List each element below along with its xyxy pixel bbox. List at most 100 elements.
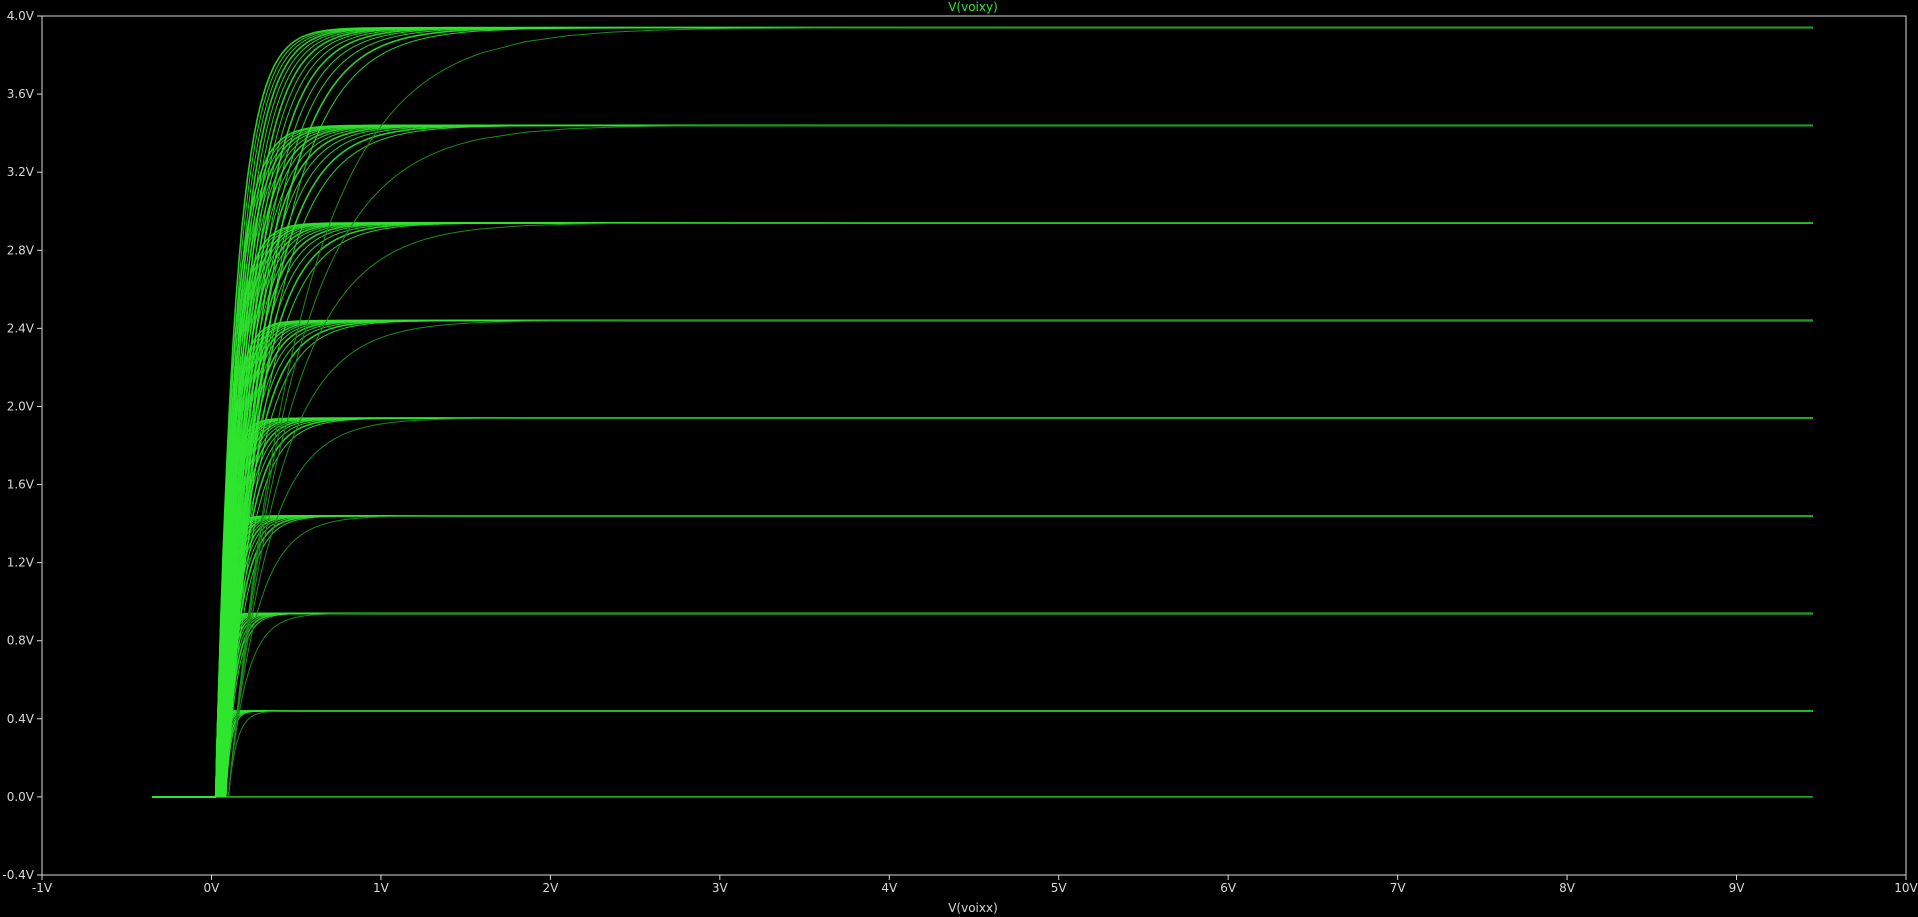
- trace-series: [219, 417, 1813, 797]
- trace-series: [219, 124, 1813, 797]
- x-tick-label: -1V: [32, 881, 53, 895]
- trace-series: [221, 27, 1813, 797]
- trace-series: [224, 417, 1813, 797]
- trace-series: [218, 515, 1813, 797]
- trace-group: [152, 26, 1813, 798]
- trace-series: [219, 515, 1813, 797]
- trace-series: [218, 27, 1813, 797]
- trace-series: [227, 417, 1813, 797]
- trace-series: [216, 124, 1813, 797]
- trace-series: [223, 710, 1813, 797]
- trace-series: [217, 124, 1813, 797]
- trace-series: [220, 124, 1813, 797]
- x-tick-label: 8V: [1559, 881, 1576, 895]
- y-tick-label: 4.0V: [7, 9, 35, 23]
- y-tick-label: 1.6V: [7, 478, 35, 492]
- chart-title: V(voixy): [948, 0, 998, 14]
- trace-series: [223, 515, 1813, 797]
- trace-series: [152, 26, 1813, 798]
- y-axis-ticks: 4.0V 3.6V 3.2V 2.8V 2.4V 2.0V 1.6V 1.2V 0.8V 0.4V…: [2, 9, 42, 882]
- trace-series: [216, 27, 1813, 797]
- x-tick-label: 6V: [1220, 881, 1237, 895]
- x-tick-label: 7V: [1390, 881, 1407, 895]
- y-tick-label: 0.4V: [7, 712, 35, 726]
- trace-series: [216, 320, 1813, 797]
- trace-series: [218, 417, 1813, 797]
- trace-series: [221, 515, 1813, 797]
- plot-frame: [41, 15, 1907, 876]
- trace-series: [223, 710, 1813, 797]
- x-tick-label: 9V: [1729, 881, 1746, 895]
- trace-series: [219, 27, 1813, 797]
- y-tick-label: 2.8V: [7, 243, 35, 257]
- trace-series: [217, 710, 1813, 797]
- trace-series: [225, 417, 1813, 797]
- trace-series: [220, 417, 1813, 797]
- trace-series: [218, 710, 1813, 797]
- y-tick-label: 3.6V: [7, 87, 35, 101]
- x-tick-label: 2V: [542, 881, 559, 895]
- x-axis-label: V(voixx): [948, 901, 998, 915]
- trace-series: [223, 612, 1813, 797]
- trace-series: [220, 515, 1813, 797]
- trace-series: [152, 319, 1813, 798]
- trace-series: [224, 612, 1813, 797]
- trace-series: [223, 320, 1813, 797]
- trace-series: [216, 515, 1813, 797]
- trace-series: [221, 320, 1813, 797]
- y-tick-label: 3.2V: [7, 165, 35, 179]
- trace-series: [227, 320, 1813, 797]
- trace-series: [223, 124, 1813, 797]
- trace-series: [225, 515, 1813, 797]
- trace-series: [217, 612, 1813, 797]
- trace-series: [227, 710, 1813, 797]
- trace-series: [216, 320, 1813, 797]
- trace-series: [219, 612, 1813, 797]
- trace-series: [152, 710, 1813, 798]
- trace-series: [219, 612, 1813, 797]
- trace-series: [219, 124, 1813, 797]
- trace-series: [221, 612, 1813, 797]
- y-tick-label: 2.0V: [7, 399, 35, 413]
- y-tick-label: -0.4V: [2, 868, 34, 882]
- x-tick-label: 3V: [712, 881, 729, 895]
- trace-series: [216, 417, 1813, 797]
- trace-series: [152, 612, 1813, 798]
- trace-series: [219, 417, 1813, 797]
- trace-series: [223, 417, 1813, 797]
- trace-series: [219, 320, 1813, 797]
- x-tick-label: 1V: [373, 881, 390, 895]
- trace-series: [219, 515, 1813, 797]
- x-tick-label: 10V: [1894, 881, 1918, 895]
- trace-series: [217, 319, 1813, 797]
- trace-series: [219, 26, 1813, 797]
- trace-series: [221, 710, 1813, 797]
- trace-series: [221, 515, 1813, 797]
- trace-series: [223, 612, 1813, 797]
- trace-series: [223, 320, 1813, 797]
- trace-series: [221, 124, 1813, 797]
- trace-series: [224, 710, 1813, 797]
- trace-series: [216, 27, 1813, 797]
- trace-series: [216, 612, 1813, 797]
- trace-series: [216, 417, 1813, 797]
- trace-series: [223, 417, 1813, 797]
- trace-series: [225, 710, 1813, 797]
- trace-series: [227, 27, 1813, 797]
- trace-series: [221, 417, 1813, 797]
- trace-series: [221, 26, 1813, 797]
- trace-series: [223, 124, 1813, 797]
- trace-series: [216, 710, 1813, 797]
- x-axis-ticks: -1V 0V 1V 2V 3V 4V 5V 6V 7V 8V 9V 10V: [32, 875, 1918, 895]
- trace-series: [221, 710, 1813, 797]
- trace-series: [220, 710, 1813, 797]
- x-tick-label: 0V: [204, 881, 221, 895]
- trace-series: [220, 612, 1813, 797]
- trace-series: [225, 320, 1813, 797]
- trace-series: [221, 612, 1813, 797]
- y-tick-label: 0.8V: [7, 634, 35, 648]
- trace-series: [216, 124, 1813, 797]
- trace-series: [225, 612, 1813, 797]
- trace-series: [218, 124, 1813, 797]
- trace-series: [217, 515, 1813, 797]
